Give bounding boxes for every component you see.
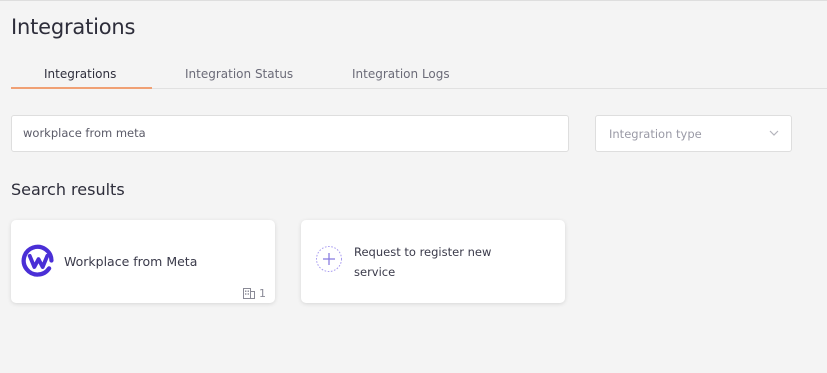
integration-type-select[interactable]: Integration type bbox=[595, 115, 792, 152]
plus-icon bbox=[316, 246, 342, 272]
integration-card-workplace[interactable]: Workplace from Meta 1 bbox=[11, 220, 275, 303]
building-icon bbox=[243, 288, 255, 299]
chevron-down-icon bbox=[769, 130, 779, 136]
organization-count: 1 bbox=[243, 287, 266, 300]
search-input[interactable]: workplace from meta bbox=[11, 115, 569, 152]
integration-type-placeholder: Integration type bbox=[609, 127, 702, 141]
workplace-logo-icon bbox=[21, 244, 54, 277]
search-results-heading: Search results bbox=[11, 180, 125, 199]
tab-integrations[interactable]: Integrations bbox=[44, 67, 116, 81]
integration-name: Workplace from Meta bbox=[64, 254, 198, 269]
tab-integration-status[interactable]: Integration Status bbox=[185, 67, 293, 81]
page-title: Integrations bbox=[11, 15, 136, 39]
tab-bar: Integrations Integration Status Integrat… bbox=[11, 61, 827, 89]
request-new-service-card[interactable]: Request to register new service bbox=[301, 220, 565, 303]
tab-integration-logs[interactable]: Integration Logs bbox=[352, 67, 450, 81]
request-new-service-label: Request to register new service bbox=[354, 245, 492, 279]
organization-count-value: 1 bbox=[259, 287, 266, 300]
active-tab-indicator bbox=[11, 87, 152, 89]
